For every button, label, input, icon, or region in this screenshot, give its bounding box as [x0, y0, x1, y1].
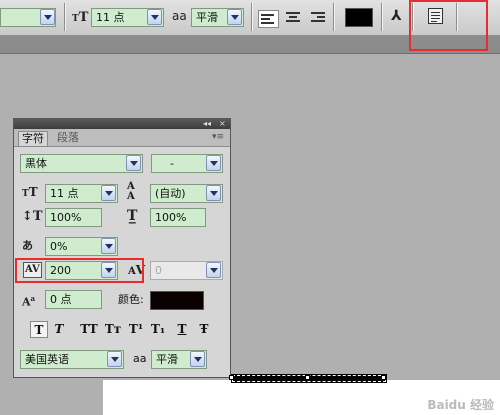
strikethrough-button[interactable]: Ŧ [195, 321, 213, 338]
tab-character[interactable]: 字符 [18, 131, 48, 146]
superscript-button[interactable]: T¹ [126, 321, 146, 338]
tsume-dropdown-arrow[interactable] [101, 238, 116, 254]
transform-handle-right[interactable] [381, 375, 386, 380]
color-swatch[interactable] [150, 291, 204, 310]
leading-icon: AA [127, 181, 135, 202]
faux-bold-button[interactable]: T [30, 321, 48, 338]
character-panel: ◂◂ × 字符 段落 ▾≡ 黑体 - TT 11 点 AA (自动) ↕T 10… [13, 118, 231, 378]
font-style-dropdown-arrow[interactable] [206, 155, 221, 171]
vertical-scale-icon: ↕T [22, 209, 43, 224]
align-center-icon[interactable] [285, 11, 301, 25]
panel-tab-strip: 字符 段落 ▾≡ [14, 129, 230, 147]
tsume-icon: あ [22, 239, 33, 252]
font-family-field[interactable]: 黑体 [20, 154, 143, 173]
horizontal-scale-field[interactable]: 100% [150, 208, 206, 227]
text-color-swatch[interactable] [345, 8, 373, 27]
font-family-dropdown-arrow[interactable] [126, 155, 141, 171]
font-size-dropdown-arrow[interactable] [147, 9, 162, 25]
baseline-shift-field[interactable]: 0 点 [45, 290, 102, 309]
underline-button[interactable]: T [173, 321, 191, 338]
small-caps-button[interactable]: Tт [102, 321, 124, 338]
panel-collapse-button[interactable]: ◂◂ [203, 120, 211, 128]
subscript-button[interactable]: T₁ [148, 321, 168, 338]
font-size-dropdown-arrow[interactable] [101, 185, 116, 201]
transform-handle-middle[interactable] [305, 375, 310, 380]
anti-alias-icon: aa [133, 352, 147, 365]
font-size-icon: TT [22, 185, 38, 199]
horizontal-scale-icon: T̲ [127, 208, 138, 224]
panel-close-button[interactable]: × [219, 120, 226, 128]
tab-paragraph[interactable]: 段落 [54, 131, 82, 146]
language-dropdown-arrow[interactable] [107, 351, 122, 367]
faux-italic-button[interactable]: T [50, 321, 68, 338]
color-label: 颜色: [118, 293, 144, 306]
toolbar-left-dropdown-arrow[interactable] [40, 9, 55, 25]
align-left-icon[interactable] [258, 10, 279, 28]
font-size-icon: TT [72, 10, 89, 25]
anti-alias-dropdown-arrow[interactable] [190, 351, 205, 367]
highlight-panel-toggle [409, 0, 488, 51]
kerning-dropdown-arrow[interactable] [206, 262, 221, 278]
panel-titlebar[interactable]: ◂◂ × [14, 119, 230, 129]
highlight-tracking [15, 258, 144, 283]
anti-alias-icon-text: aa [172, 9, 187, 23]
warp-text-icon[interactable]: ⅄ [391, 8, 402, 24]
all-caps-button[interactable]: TT [78, 321, 100, 338]
transform-handle-left[interactable] [229, 375, 234, 380]
leading-dropdown-arrow[interactable] [206, 185, 221, 201]
anti-alias-icon: aa [172, 9, 187, 23]
align-right-icon[interactable] [310, 11, 326, 25]
vertical-scale-field[interactable]: 100% [45, 208, 102, 227]
anti-alias-dropdown-arrow[interactable] [227, 9, 242, 25]
panel-menu-icon[interactable]: ▾≡ [212, 132, 224, 142]
watermark: Baidu 经验 [427, 398, 494, 412]
baseline-shift-icon: Aa [22, 294, 36, 309]
